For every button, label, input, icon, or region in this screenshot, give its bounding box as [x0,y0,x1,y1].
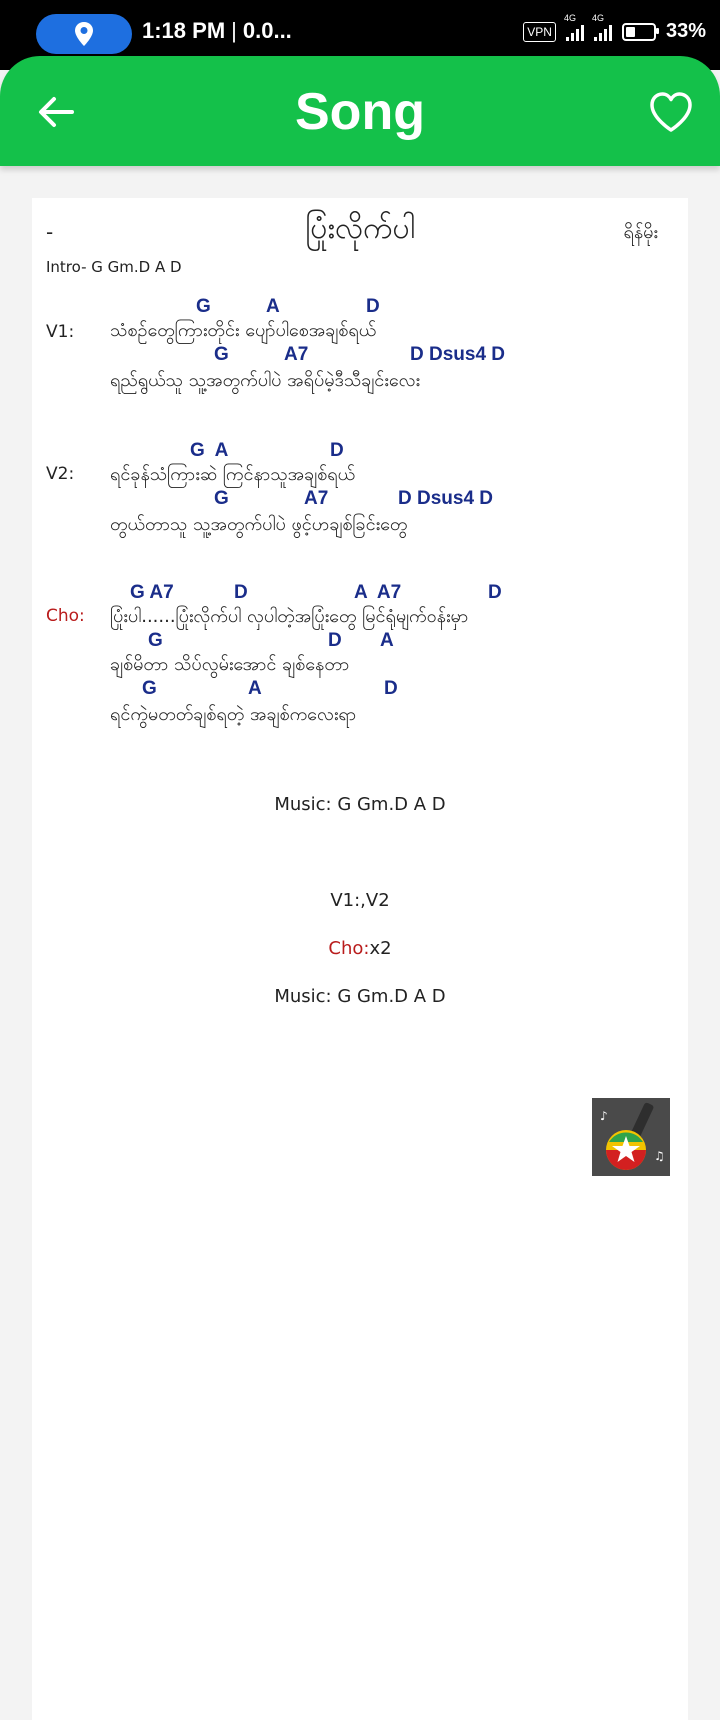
chord: A A7 [354,582,402,603]
chord: G A [190,440,229,461]
heart-outline-icon [650,92,692,132]
section-label-v1: V1: [46,322,75,342]
svg-text:♪: ♪ [600,1109,608,1123]
chord: D [366,296,380,317]
chord: G [148,630,163,651]
page-title: Song [295,83,425,141]
chord: D [330,440,344,461]
location-indicator [36,14,132,54]
app-bar: Song [0,56,720,166]
chord: D Dsus4 D [410,344,506,365]
music-note: Music: G Gm.D A D [274,986,446,1007]
intro-chords: Intro- G Gm.D A D [46,258,182,276]
song-card: - ပြုံးလိုက်ပါ ရိန်မိုး Intro- G Gm.D A … [32,198,688,1720]
chord: A [248,678,262,699]
chord: A [380,630,394,651]
chord: A7 [304,488,329,509]
location-pin-icon [75,22,93,46]
vpn-badge: VPN [523,21,556,42]
battery-percent: 33% [665,20,706,42]
song-title: ပြုံးလိုက်ပါ [305,211,415,246]
guitar-myanmar-flag-logo[interactable]: ♪ ♫ [592,1098,670,1176]
status-time: 1:18 PM | 0.0... [142,18,292,43]
chord: G [214,344,229,365]
chord: D [488,582,502,603]
battery-icon [621,22,659,41]
lyric-line: သံစဉ်တွေကြားတိုင်း ပျော်ပါစေအချစ်ရယ် [110,320,377,341]
chord: G [196,296,211,317]
chord: D [328,630,342,651]
lyric-line: ချစ်မိတာ သိပ်လွမ်းအောင် ချစ်နေတာ [110,654,350,675]
lyric-line: ရည်ရွယ်သူ သူ့အတွက်ပါပဲ အရိပ်မဲ့ဒီသီချင်း… [110,370,421,391]
song-order: V1:,V2 [330,890,390,911]
chord: G A7 [130,582,174,603]
signal-icon: 4G [564,13,584,41]
lyric-line: ရင်ကွဲမတတ်ချစ်ရတဲ့ အချစ်ကလေးရာ [110,704,357,725]
signal-icon: 4G [592,13,612,41]
chord: D [384,678,398,699]
chord: G [142,678,157,699]
chorus-repeat: Cho:x2 [328,938,392,959]
section-label-chorus: Cho: [46,606,85,626]
music-note: Music: G Gm.D A D [274,794,446,815]
chord: G [214,488,229,509]
section-label-v2: V2: [46,464,75,484]
chord: A7 [284,344,309,365]
lyric-line: ပြုံးပါ......ပြုံးလိုက်ပါ လှပါတဲ့အပြုံးတ… [110,606,469,627]
lyric-line: ရင်ခုန်သံကြားဆဲ ကြင်နာသူအချစ်ရယ် [110,464,356,485]
favorite-button[interactable] [648,90,694,134]
chord: A [266,296,280,317]
chord: D Dsus4 D [398,488,494,509]
svg-text:♫: ♫ [654,1149,665,1163]
lyric-line: တွယ်တာသူ သူ့အတွက်ပါပဲ ဖွင့်ဟချစ်ခြင်းတွေ [110,514,408,535]
chord: D [234,582,248,603]
song-artist: ရိန်မိုး [623,222,658,243]
